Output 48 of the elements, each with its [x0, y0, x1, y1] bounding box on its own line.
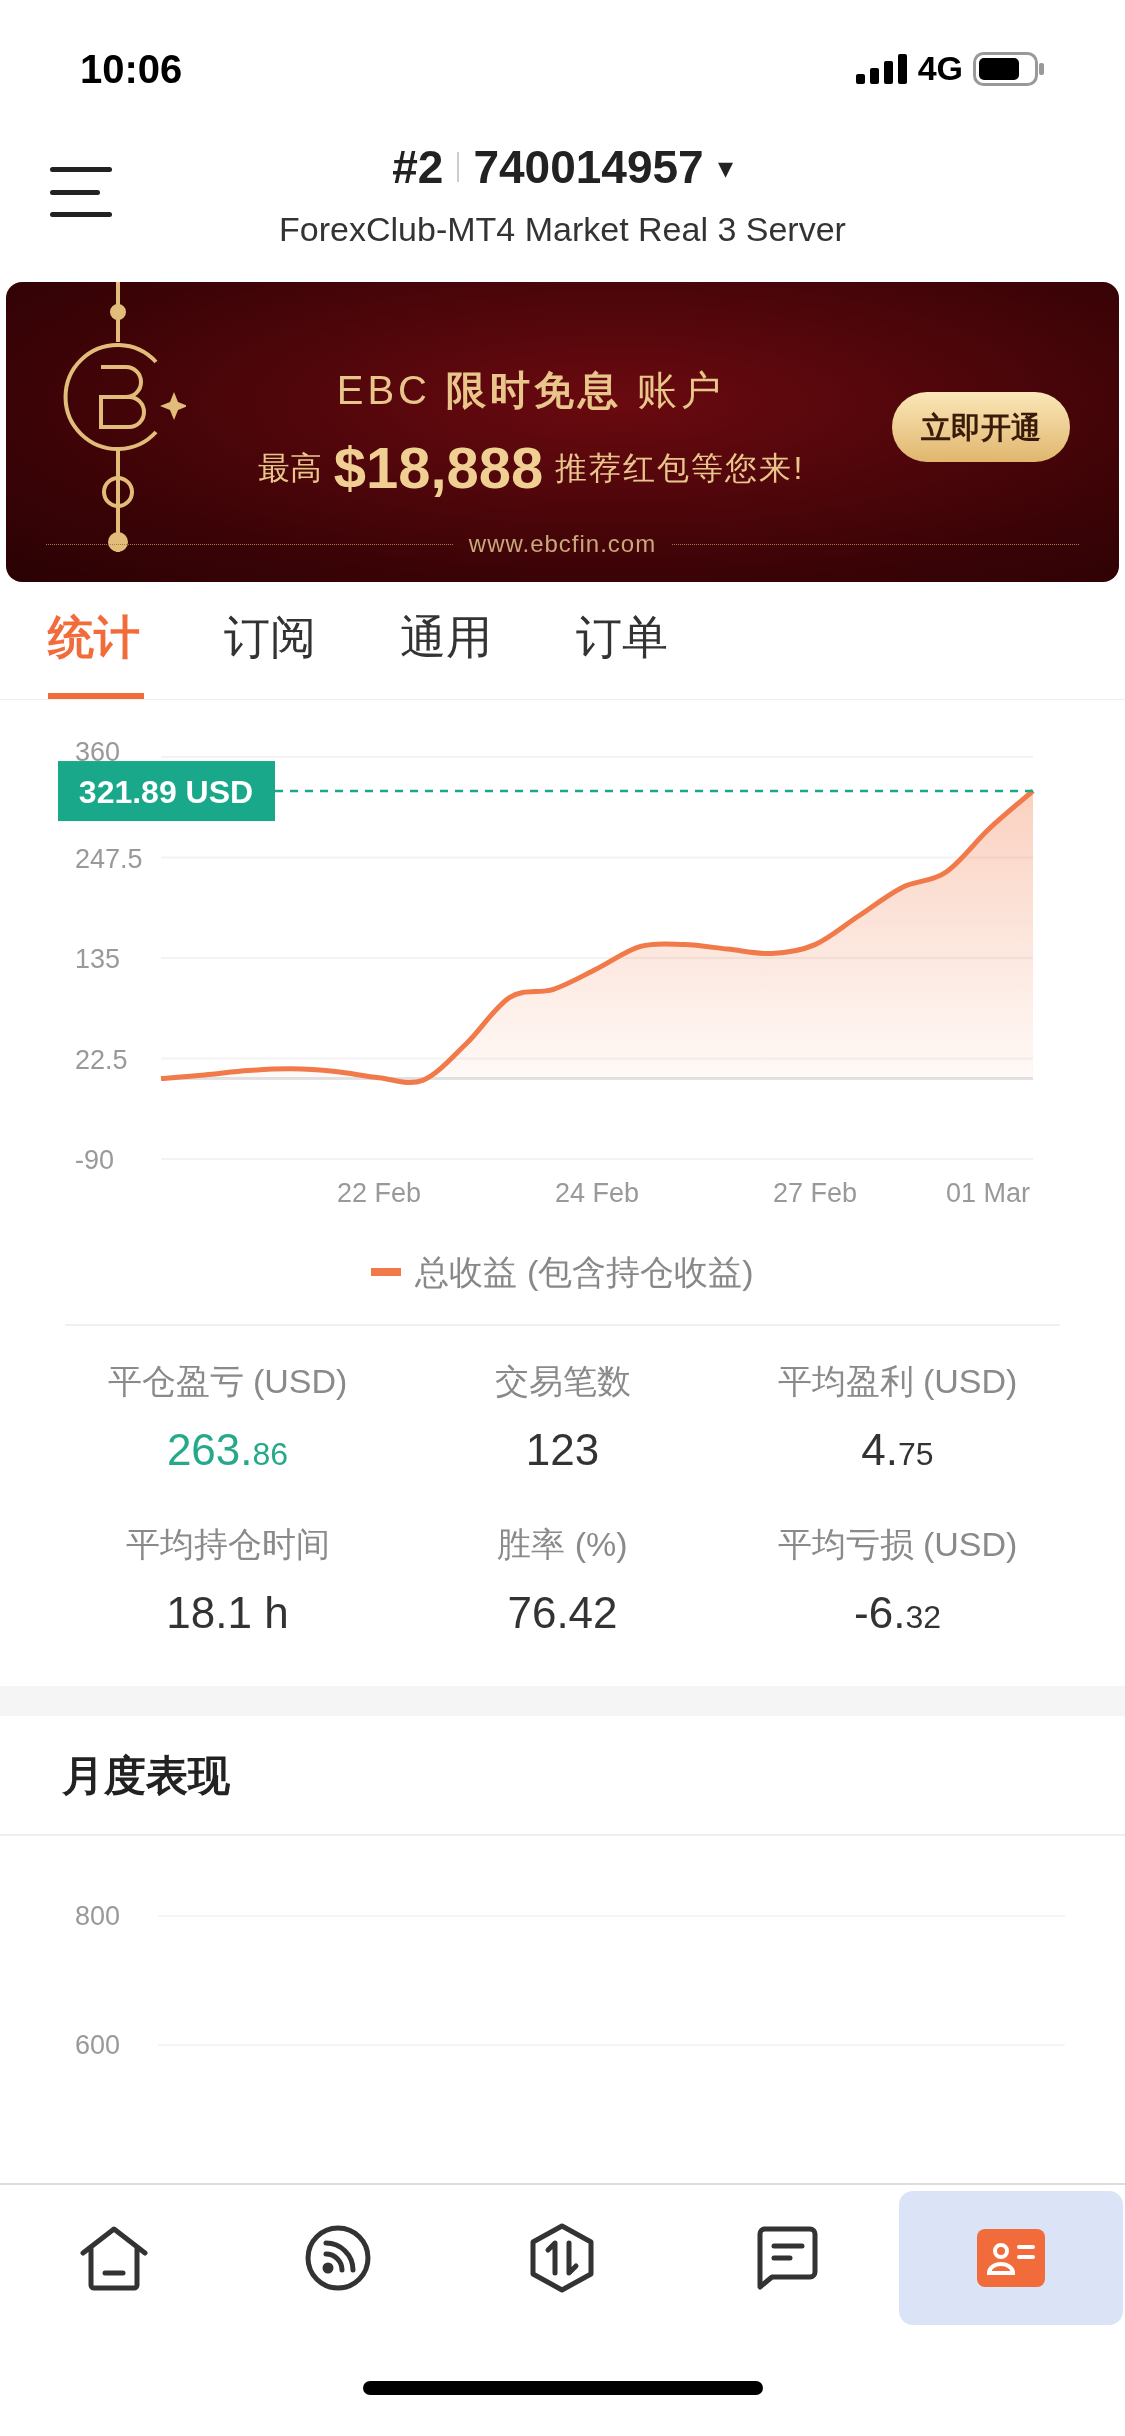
axis-label: 135	[75, 944, 121, 974]
stat-label: 平均亏损 (USD)	[777, 1524, 1018, 1565]
rss-icon	[304, 2224, 373, 2292]
promo-banner[interactable]: EBC 限时免息 账户 最高 $18,888 推荐红包等您来! 立即开通 www.ebcfin.com	[6, 282, 1119, 582]
banner-url: www.ebcfin.com	[468, 529, 657, 559]
stat-label: 平均盈利 (USD)	[777, 1361, 1018, 1402]
axis-label: -90	[75, 1145, 115, 1175]
tab[interactable]: 订单	[558, 581, 734, 699]
axis-label: 27 Feb	[772, 1178, 858, 1208]
open-account-button[interactable]: 立即开通	[892, 392, 1070, 462]
axis-label: 22.5	[75, 1044, 128, 1075]
banner-text: 推荐红包等您来!	[555, 448, 805, 488]
axis-label: 24 Feb	[554, 1178, 640, 1208]
battery-icon	[973, 51, 1045, 86]
message-icon	[755, 2226, 818, 2290]
axis-label: 247.5	[75, 843, 143, 874]
status-time: 10:06	[80, 45, 183, 93]
stat-value: 76.42	[507, 1587, 618, 1639]
server-name: ForexClub-MT4 Market Real 3 Server	[279, 208, 846, 250]
stat-label: 平仓盈亏 (USD)	[107, 1361, 348, 1402]
value-badge: 321.89 USD	[58, 761, 275, 822]
ref-line-label: 321.89 USD	[78, 774, 254, 811]
stat-value: -6.32	[854, 1587, 941, 1639]
legend-icon	[371, 1268, 402, 1276]
axis-label: 600	[74, 2028, 122, 2062]
signal-icon	[855, 53, 908, 84]
banner-headline: EBC 限时免息 账户	[336, 367, 726, 414]
axis-label: 01 Mar	[946, 1178, 1030, 1208]
account-selector[interactable]: #2 740014957 ▾	[392, 132, 733, 202]
home-icon	[79, 2225, 150, 2291]
stat-label: 平均持仓时间	[125, 1524, 330, 1565]
legend-label: 总收益 (包含持仓收益)	[415, 1251, 754, 1293]
profile-card-icon	[976, 2229, 1045, 2287]
stat-label: 交易笔数	[494, 1361, 631, 1402]
stat-label: 胜率 (%)	[497, 1524, 628, 1565]
exchange-icon	[530, 2223, 595, 2293]
axis-label: 22 Feb	[336, 1178, 422, 1208]
network-type: 4G	[917, 48, 963, 89]
stat-value: 4.75	[861, 1424, 934, 1476]
axis-label: 800	[74, 1900, 122, 1933]
tab[interactable]: 订阅	[206, 581, 382, 699]
stat-value: 123	[525, 1424, 600, 1476]
stat-value: 18.1 h	[166, 1587, 289, 1639]
tab[interactable]: 通用	[382, 581, 558, 699]
banner-text: 最高	[257, 448, 322, 488]
section-title: 月度表现	[62, 1750, 230, 1801]
banner-amount: $18,888	[333, 434, 544, 502]
stat-value: 263.86	[166, 1424, 289, 1476]
